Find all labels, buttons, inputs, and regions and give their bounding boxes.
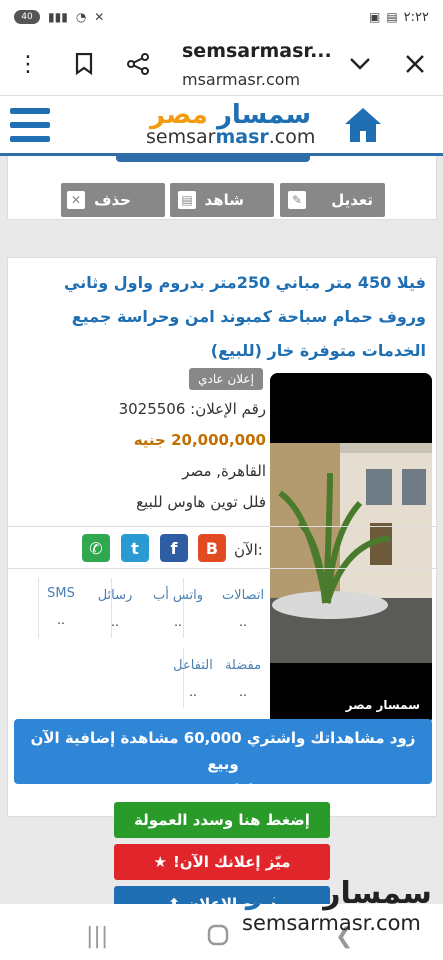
watermark-logo-en: semsarmasr.com xyxy=(242,911,421,935)
blogger-icon[interactable]: B xyxy=(198,534,226,562)
feature-ad-label: ميّز إعلانك الآن! xyxy=(172,853,291,871)
watermark-logo-ar: سمسار مصر xyxy=(246,876,432,911)
logo-text-en-2: masr xyxy=(215,126,269,148)
promo-line-2: عقارك بسرعة xyxy=(171,781,275,799)
star-icon: ★ xyxy=(153,853,167,871)
stat-whatsapp: واتس أب .. xyxy=(143,588,213,629)
home-icon[interactable] xyxy=(343,106,383,144)
facebook-icon[interactable]: f xyxy=(160,534,188,562)
stat-sms: SMS .. xyxy=(26,586,96,627)
site-header: سمسار مصر semsarmasr.com xyxy=(0,96,443,156)
screen: 40 ▮▮▮ ◔ ✕ ▣ ▤ ٢:٢٢ ⋮ semsarmasr... msar… xyxy=(0,0,443,960)
photo-watermark: سمسار مصر xyxy=(345,698,420,712)
top-strip xyxy=(116,156,310,162)
pay-commission-label: إضغط هنا وسدد العمولة xyxy=(134,811,310,829)
chevron-down-icon[interactable] xyxy=(344,48,376,80)
pay-commission-button[interactable]: إضغط هنا وسدد العمولة xyxy=(114,802,330,838)
location: القاهرة, مصر xyxy=(182,462,266,480)
watermark-ar-2: مصر xyxy=(246,876,313,911)
mute-icon: ✕ xyxy=(94,10,105,24)
owner-actions-card: ✎ تعديل ▤ شاهد ✕ حذف xyxy=(7,156,437,220)
whatsapp-icon[interactable]: ✆ xyxy=(82,534,110,562)
listing-card: فيلا 450 متر مباني 250متر بدروم واول وثا… xyxy=(7,257,438,817)
pencil-icon: ✎ xyxy=(288,191,306,209)
share-icon[interactable] xyxy=(122,48,154,80)
ad-number: رقم الإعلان: 3025506 xyxy=(118,400,266,418)
edit-label: تعديل xyxy=(331,191,373,209)
site-logo-en[interactable]: semsarmasr.com xyxy=(146,126,315,148)
delete-button[interactable]: ✕ حذف xyxy=(61,183,165,217)
stat-value: .. xyxy=(57,613,65,627)
recent-apps-icon[interactable]: ||| xyxy=(86,924,108,949)
listing-photo[interactable]: سمسار مصر xyxy=(270,373,432,725)
price: 20,000,000 جنيه xyxy=(133,431,266,449)
promo-banner[interactable]: زود مشاهداتك واشتري 60,000 مشاهدة إضافية… xyxy=(14,719,432,799)
bookmark-icon[interactable] xyxy=(68,48,100,80)
divider xyxy=(8,568,438,569)
divider xyxy=(8,526,438,527)
stat-calls: اتصالات .. xyxy=(208,588,278,629)
stat-label: SMS xyxy=(47,586,75,601)
status-bar: 40 ▮▮▮ ◔ ✕ ▣ ▤ ٢:٢٢ xyxy=(0,0,443,34)
watermark-ar-1: سمسار xyxy=(312,876,432,911)
listing-title[interactable]: فيلا 450 متر مباني 250متر بدروم واول وثا… xyxy=(11,266,426,368)
gallery-icon: ▤ xyxy=(386,10,398,24)
stat-label: اتصالات xyxy=(221,588,265,603)
feature-ad-button[interactable]: ميّز إعلانك الآن! ★ xyxy=(114,844,330,880)
page-title: semsarmasr... xyxy=(182,40,332,62)
wifi-icon: ◔ xyxy=(75,10,87,24)
edit-button[interactable]: ✎ تعديل xyxy=(280,183,385,217)
stat-label: واتس أب xyxy=(152,588,204,603)
x-icon: ✕ xyxy=(67,191,85,209)
menu-icon[interactable] xyxy=(10,108,50,142)
ad-type-badge: إعلان عادي xyxy=(189,368,263,390)
more-icon[interactable]: ⋮ xyxy=(12,48,44,80)
property-type[interactable]: فلل توين هاوس للبيع xyxy=(98,493,266,511)
stat-value: .. xyxy=(189,685,197,699)
close-icon[interactable] xyxy=(399,48,431,80)
logo-text-en-3: .com xyxy=(268,126,316,148)
logo-text-en-1: semsar xyxy=(146,126,216,148)
document-icon: ▤ xyxy=(178,191,196,209)
stat-value: .. xyxy=(174,615,182,629)
browser-toolbar: ⋮ semsarmasr... msarmasr.com xyxy=(0,34,443,96)
battery-icon: 40 xyxy=(14,10,40,24)
stat-engagement: التفاعل .. xyxy=(158,658,228,699)
twitter-icon[interactable]: t xyxy=(121,534,149,562)
app-icon: ▣ xyxy=(368,10,381,24)
home-button-icon[interactable] xyxy=(207,924,229,952)
signal-icon: ▮▮▮ xyxy=(48,10,68,24)
stat-label: التفاعل xyxy=(173,658,213,673)
share-label: الآن: xyxy=(234,541,263,559)
delete-label: حذف xyxy=(94,191,131,209)
view-label: شاهد xyxy=(204,191,244,209)
stat-value: .. xyxy=(239,615,247,629)
url-text[interactable]: msarmasr.com xyxy=(182,70,300,89)
view-button[interactable]: ▤ شاهد xyxy=(170,183,274,217)
promo-line-1: زود مشاهداتك واشتري 60,000 مشاهدة إضافية… xyxy=(30,729,416,773)
status-time: ٢:٢٢ xyxy=(403,9,429,25)
